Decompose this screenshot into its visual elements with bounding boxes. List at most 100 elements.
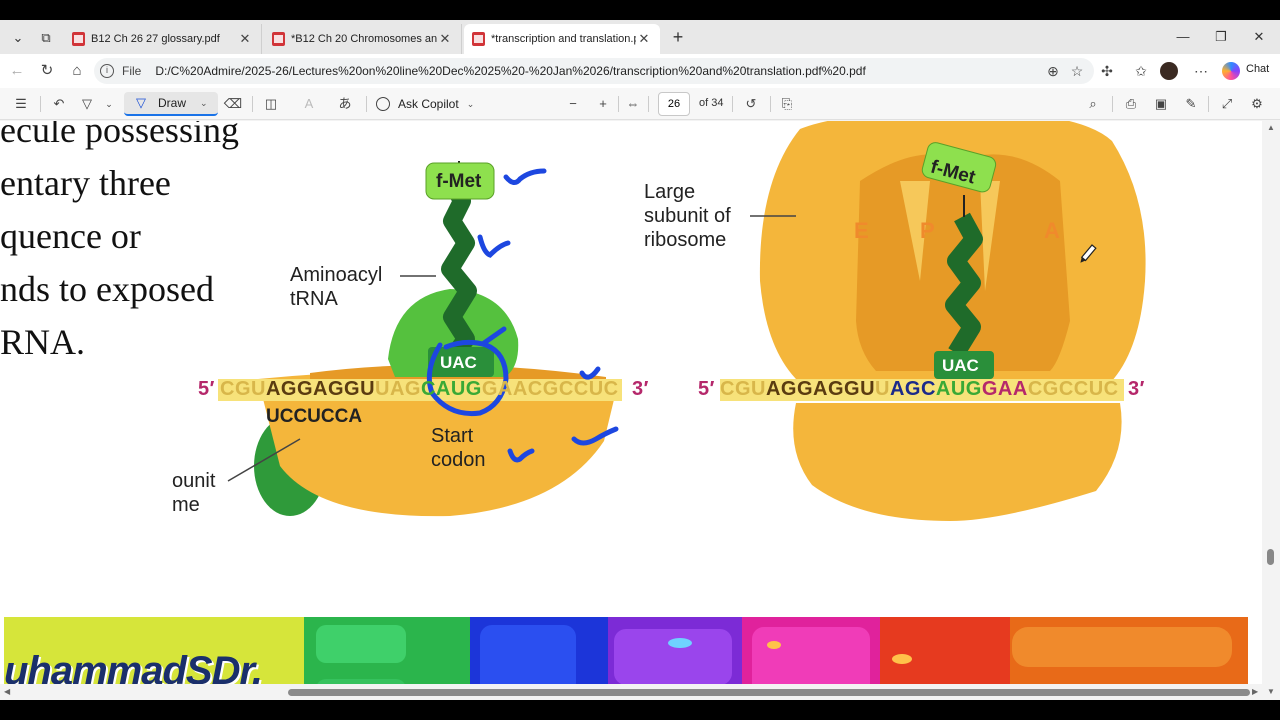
settings-gear-icon[interactable]: ⚙ bbox=[1246, 94, 1268, 114]
zoom-icon[interactable]: ⊕ bbox=[1042, 61, 1064, 81]
p-site-label: P bbox=[920, 218, 935, 243]
start-codon-label: codon bbox=[431, 449, 486, 471]
zoom-out-icon[interactable]: − bbox=[562, 94, 584, 114]
eraser-icon[interactable]: ⌫ bbox=[222, 94, 244, 114]
horizontal-scrollbar[interactable]: ◀ ▶ bbox=[0, 684, 1262, 700]
favorite-star-icon[interactable]: ☆ bbox=[1066, 61, 1088, 81]
draw-label: Draw bbox=[158, 96, 187, 110]
seq-part: UAG bbox=[375, 378, 421, 400]
divider bbox=[1112, 96, 1113, 112]
tab-label: *transcription and translation.pdf bbox=[491, 33, 636, 45]
large-subunit-label: ribosome bbox=[644, 229, 727, 251]
info-icon[interactable]: i bbox=[100, 64, 114, 78]
address-row: ← ↻ ⌂ i File D:/C%20Admire/2025-26/Lectu… bbox=[0, 54, 1280, 88]
tab-glossary[interactable]: B12 Ch 26 27 glossary.pdf ✕ bbox=[64, 24, 262, 54]
large-subunit-label: subunit of bbox=[644, 205, 731, 227]
workspaces-icon[interactable]: ⧉ bbox=[34, 26, 58, 50]
right-three-prime: 3′ bbox=[1128, 378, 1145, 400]
bottom-letterbox bbox=[0, 700, 1280, 720]
rotate-icon[interactable]: ↺ bbox=[740, 94, 762, 114]
seq-part: CGU bbox=[720, 378, 766, 400]
divider bbox=[648, 96, 649, 112]
search-icon[interactable]: ⌕ bbox=[1082, 94, 1104, 114]
avatar[interactable] bbox=[1160, 62, 1178, 80]
ink-check bbox=[503, 168, 547, 185]
pdf-icon bbox=[272, 32, 285, 46]
page-view-icon[interactable]: ◫ bbox=[260, 94, 282, 114]
translate-icon[interactable]: あ bbox=[334, 94, 356, 114]
draw-button[interactable]: ▽ Draw ⌄ bbox=[124, 92, 218, 116]
vertical-scrollbar[interactable]: ▲ ▼ bbox=[1262, 121, 1280, 700]
close-icon[interactable]: ✕ bbox=[437, 31, 453, 47]
save-as-icon[interactable]: ✎ bbox=[1180, 94, 1202, 114]
address-bar[interactable]: i File D:/C%20Admire/2025-26/Lectures%20… bbox=[94, 58, 1094, 84]
right-five-prime: 5′ bbox=[698, 378, 715, 400]
seq-part: AGC bbox=[889, 378, 936, 400]
pdf-icon bbox=[472, 32, 485, 46]
tab-transcription-active[interactable]: *transcription and translation.pdf ✕ bbox=[464, 24, 660, 54]
copilot-outline-icon bbox=[376, 97, 390, 111]
scroll-down-icon[interactable]: ▼ bbox=[1267, 687, 1275, 696]
read-aloud-icon[interactable]: A bbox=[298, 94, 320, 114]
vertical-scroll-thumb[interactable] bbox=[1267, 549, 1274, 565]
small-subunit-label: me bbox=[172, 494, 200, 516]
two-page-view-icon[interactable]: ⎘ bbox=[776, 94, 798, 114]
chevron-down-icon[interactable]: ⌄ bbox=[98, 94, 120, 114]
undo-icon[interactable]: ↶ bbox=[48, 94, 70, 114]
chevron-down-icon[interactable]: ⌄ bbox=[200, 98, 208, 109]
divider bbox=[770, 96, 771, 112]
close-icon[interactable]: ✕ bbox=[237, 31, 253, 47]
ask-copilot-button[interactable]: Ask Copilot ⌄ bbox=[376, 94, 474, 114]
large-subunit-label: Large bbox=[644, 181, 696, 203]
copilot-icon[interactable] bbox=[1222, 62, 1240, 80]
horizontal-scroll-thumb[interactable] bbox=[288, 689, 1250, 696]
pdf-page[interactable]: ecule possessing entary three quence or … bbox=[0, 121, 1262, 684]
refresh-icon[interactable]: ↻ bbox=[36, 61, 58, 81]
page-number-input[interactable]: 26 bbox=[658, 92, 690, 116]
minimize-button[interactable]: — bbox=[1168, 26, 1198, 48]
back-arrow-icon[interactable]: ← bbox=[6, 61, 28, 81]
left-trna bbox=[441, 174, 477, 367]
scheme-label: File bbox=[122, 64, 142, 78]
page-total: of 34 bbox=[699, 97, 724, 109]
a-site-label: A bbox=[1044, 218, 1060, 243]
contents-list-icon[interactable]: ☰ bbox=[10, 94, 32, 114]
e-site-label: E bbox=[854, 218, 869, 243]
save-icon[interactable]: ▣ bbox=[1150, 94, 1172, 114]
print-icon[interactable]: ⎙ bbox=[1120, 94, 1142, 114]
seq-part: CGU bbox=[220, 378, 266, 400]
fullscreen-icon[interactable]: ⤢ bbox=[1216, 94, 1238, 114]
close-window-button[interactable]: ✕ bbox=[1244, 26, 1274, 48]
extensions-icon[interactable]: ✣ bbox=[1096, 61, 1118, 81]
scroll-up-icon[interactable]: ▲ bbox=[1267, 123, 1275, 132]
close-icon[interactable]: ✕ bbox=[636, 31, 652, 47]
home-icon[interactable]: ⌂ bbox=[66, 61, 88, 81]
ribosome-diagram bbox=[4, 121, 1248, 684]
scroll-left-icon[interactable]: ◀ bbox=[4, 687, 10, 696]
divider bbox=[732, 96, 733, 112]
seq-part: AUG bbox=[935, 378, 982, 400]
tab-actions-chevron-icon[interactable]: ⌄ bbox=[6, 26, 30, 50]
restore-button[interactable]: ❐ bbox=[1206, 26, 1236, 48]
url-text[interactable]: D:/C%20Admire/2025-26/Lectures%20on%20li… bbox=[155, 64, 865, 78]
seq-part: GAA bbox=[981, 378, 1028, 400]
chevron-down-icon[interactable]: ⌄ bbox=[467, 99, 475, 110]
browser-window: ⌄ ⧉ B12 Ch 26 27 glossary.pdf ✕ *B12 Ch … bbox=[0, 20, 1280, 700]
fit-width-icon[interactable]: ⇔ bbox=[622, 94, 644, 114]
start-codon-label: Start bbox=[431, 425, 474, 447]
scroll-right-icon[interactable]: ▶ bbox=[1252, 687, 1258, 696]
left-five-prime: 5′ bbox=[198, 378, 215, 400]
seq-part: U bbox=[875, 378, 890, 400]
new-tab-button[interactable]: + bbox=[668, 27, 688, 47]
highlight-icon[interactable]: ▽ bbox=[76, 94, 98, 114]
right-anticodon-label: UAC bbox=[942, 356, 979, 375]
favorites-icon[interactable]: ✩ bbox=[1130, 61, 1152, 81]
tab-chromosomes[interactable]: *B12 Ch 20 Chromosomes and DN ✕ bbox=[264, 24, 462, 54]
zoom-in-icon[interactable]: + bbox=[592, 94, 614, 114]
left-three-prime: 3′ bbox=[632, 378, 649, 400]
tab-strip: ⌄ ⧉ B12 Ch 26 27 glossary.pdf ✕ *B12 Ch … bbox=[0, 20, 1280, 54]
more-menu-icon[interactable]: ⋯ bbox=[1190, 61, 1212, 81]
ink-check bbox=[477, 234, 511, 258]
chat-button[interactable]: Chat bbox=[1246, 63, 1269, 75]
right-mrna-sequence: CGUAGGAGGUUAGCAUGGAACGCCUC bbox=[720, 378, 1119, 401]
